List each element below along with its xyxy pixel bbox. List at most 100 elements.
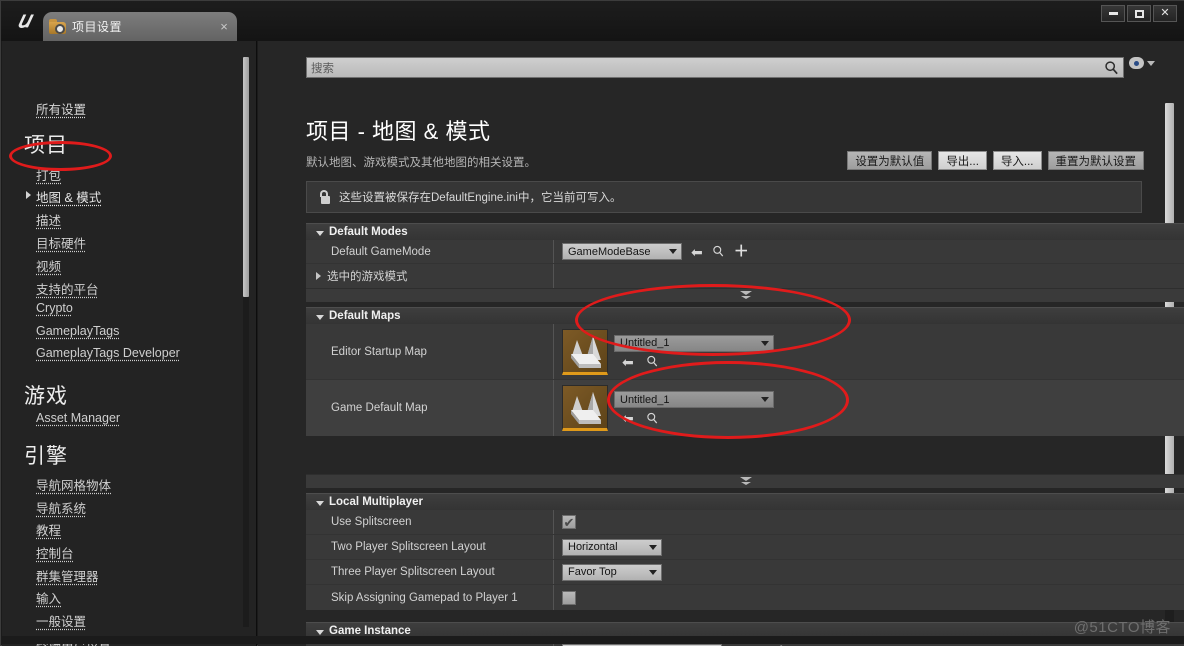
search-input[interactable]: 搜索	[306, 57, 1124, 78]
table-row: Game Default Map Untitled_1 ⬅	[306, 380, 1184, 436]
expand-triangle-icon[interactable]	[316, 272, 321, 280]
two-player-splitscreen-layout-combo[interactable]: Horizontal	[562, 538, 662, 556]
create-asset-icon[interactable]: ＋	[734, 244, 749, 259]
maximize-button[interactable]	[1127, 5, 1151, 22]
sidebar-item-console[interactable]: 控制台	[36, 543, 74, 562]
sidebar-item-cluster-manager[interactable]: 群集管理器	[36, 566, 99, 585]
eye-icon[interactable]	[1129, 57, 1144, 69]
section-header-local-multiplayer[interactable]: Local Multiplayer	[306, 493, 1184, 510]
table-row: Three Player Splitscreen Layout Favor To…	[306, 560, 1184, 585]
row-label: 选中的游戏模式	[327, 271, 408, 283]
reset-arrow-icon[interactable]: ⬅	[622, 355, 634, 369]
folder-gear-icon	[49, 18, 67, 35]
row-label: Game Default Map	[331, 402, 428, 414]
table-row: Default GameMode GameModeBase ⬅ ＋	[306, 240, 1184, 264]
game-default-map-combo[interactable]: Untitled_1	[614, 391, 774, 408]
chevron-down-icon[interactable]	[1147, 60, 1155, 66]
sidebar-item-packaging[interactable]: 打包	[36, 165, 61, 184]
row-label: Two Player Splitscreen Layout	[331, 541, 486, 553]
page-subtitle: 默认地图、游戏模式及其他地图的相关设置。	[306, 157, 536, 169]
skip-assigning-gamepad-checkbox[interactable]: ✔	[562, 590, 576, 605]
project-settings-window: 𝑢 项目设置 × ✕ 所有设置 项目 打包 地图 & 模式 描述 目标硬件 视频…	[0, 0, 1184, 646]
sidebar-item-general-settings[interactable]: 一般设置	[36, 611, 86, 630]
reset-arrow-icon[interactable]: ⬅	[691, 245, 703, 259]
sidebar-item-target-hardware[interactable]: 目标硬件	[36, 233, 86, 252]
sidebar-scrollbar-thumb[interactable]	[243, 57, 249, 297]
chevron-down-icon	[761, 397, 769, 402]
config-file-info-text: 这些设置被保存在DefaultEngine.ini中，它当前可写入。	[339, 192, 622, 204]
sidebar-item-maps-and-modes[interactable]: 地图 & 模式	[36, 187, 101, 206]
unreal-engine-logo-icon: 𝑢	[17, 7, 31, 32]
use-splitscreen-checkbox[interactable]: ✔	[562, 515, 576, 529]
browse-asset-icon[interactable]	[646, 355, 659, 368]
sidebar-group-title-game: 游戏	[24, 385, 68, 408]
tab-label: 项目设置	[72, 20, 123, 34]
section-title: Default Maps	[329, 310, 401, 322]
window-controls: ✕	[1101, 5, 1177, 22]
sidebar-item-description[interactable]: 描述	[36, 210, 61, 229]
browse-asset-icon[interactable]	[712, 245, 725, 258]
set-as-default-button[interactable]: 设置为默认值	[847, 151, 933, 170]
row-label: Three Player Splitscreen Layout	[331, 566, 495, 578]
sidebar-item-input[interactable]: 输入	[36, 588, 61, 607]
reset-to-defaults-button[interactable]: 重置为默认设置	[1047, 151, 1144, 170]
title-bar: 𝑢 项目设置 × ✕	[1, 1, 1184, 41]
table-row: 选中的游戏模式	[306, 264, 1184, 288]
config-file-info-bar: 这些设置被保存在DefaultEngine.ini中，它当前可写入。	[306, 181, 1142, 213]
all-settings-link[interactable]: 所有设置	[36, 99, 86, 118]
sidebar-item-asset-manager[interactable]: Asset Manager	[36, 411, 120, 425]
section-header-default-maps[interactable]: Default Maps	[306, 307, 1184, 324]
tab-project-settings[interactable]: 项目设置 ×	[43, 12, 237, 41]
sidebar-group-title-project: 项目	[24, 134, 68, 157]
level-map-icon[interactable]	[562, 328, 608, 375]
collapse-triangle-icon	[316, 629, 324, 635]
settings-sidebar: 所有设置 项目 打包 地图 & 模式 描述 目标硬件 视频 支持的平台 Cryp…	[2, 41, 257, 646]
sidebar-item-navmesh[interactable]: 导航网格物体	[36, 475, 111, 494]
section-body-default-maps: Editor Startup Map Untitled_1 ⬅ Game Def…	[306, 324, 1184, 436]
chevron-double-down-icon	[740, 291, 752, 300]
collapse-triangle-icon	[316, 314, 324, 320]
expand-section-strip[interactable]	[306, 288, 1184, 302]
window-bottom-edge	[2, 636, 1184, 644]
sidebar-item-tutorials[interactable]: 教程	[36, 520, 61, 539]
sidebar-item-crypto[interactable]: Crypto	[36, 301, 73, 315]
reset-arrow-icon[interactable]: ⬅	[622, 411, 634, 425]
table-row: Skip Assigning Gamepad to Player 1 ✔	[306, 585, 1184, 610]
sidebar-item-gameplaytags[interactable]: GameplayTags	[36, 324, 119, 338]
table-row: Two Player Splitscreen Layout Horizontal	[306, 535, 1184, 560]
search-row: 搜索	[306, 57, 1154, 78]
page-title: 项目 - 地图 & 模式	[306, 119, 491, 144]
default-gamemode-combo[interactable]: GameModeBase	[562, 243, 682, 260]
chevron-down-icon	[649, 569, 657, 575]
search-icon[interactable]	[1104, 60, 1119, 75]
browse-asset-icon[interactable]	[646, 412, 659, 425]
watermark: @51CTO博客	[1073, 619, 1171, 636]
minimize-button[interactable]	[1101, 5, 1125, 22]
expand-section-strip[interactable]	[306, 474, 1184, 488]
combo-value: Untitled_1	[620, 393, 670, 406]
import-button[interactable]: 导入...	[992, 151, 1042, 170]
chevron-double-down-icon	[740, 477, 752, 486]
sidebar-item-navigation-system[interactable]: 导航系统	[36, 498, 86, 517]
sidebar-item-video[interactable]: 视频	[36, 256, 61, 275]
table-row: Use Splitscreen ✔	[306, 510, 1184, 535]
section-title: Local Multiplayer	[329, 496, 423, 508]
row-label: Skip Assigning Gamepad to Player 1	[331, 591, 518, 604]
view-options-control[interactable]	[1129, 57, 1155, 69]
chevron-down-icon	[761, 340, 769, 346]
level-map-icon[interactable]	[562, 385, 608, 431]
section-header-default-modes[interactable]: Default Modes	[306, 223, 1184, 240]
sidebar-group-title-engine: 引擎	[24, 445, 68, 468]
export-button[interactable]: 导出...	[938, 151, 987, 170]
sidebar-item-supported-platforms[interactable]: 支持的平台	[36, 279, 99, 298]
unlocked-padlock-icon	[319, 190, 331, 204]
section-body-local-multiplayer: Use Splitscreen ✔ Two Player Splitscreen…	[306, 510, 1184, 610]
combo-value: Horizontal	[568, 541, 618, 553]
sidebar-item-gameplaytags-developer[interactable]: GameplayTags Developer	[36, 346, 180, 360]
search-placeholder: 搜索	[311, 62, 334, 75]
close-tab-icon[interactable]: ×	[217, 20, 231, 33]
three-player-splitscreen-layout-combo[interactable]: Favor Top	[562, 563, 662, 581]
editor-startup-map-combo[interactable]: Untitled_1	[614, 334, 774, 352]
close-window-button[interactable]: ✕	[1153, 5, 1177, 22]
combo-value: Untitled_1	[620, 337, 670, 349]
